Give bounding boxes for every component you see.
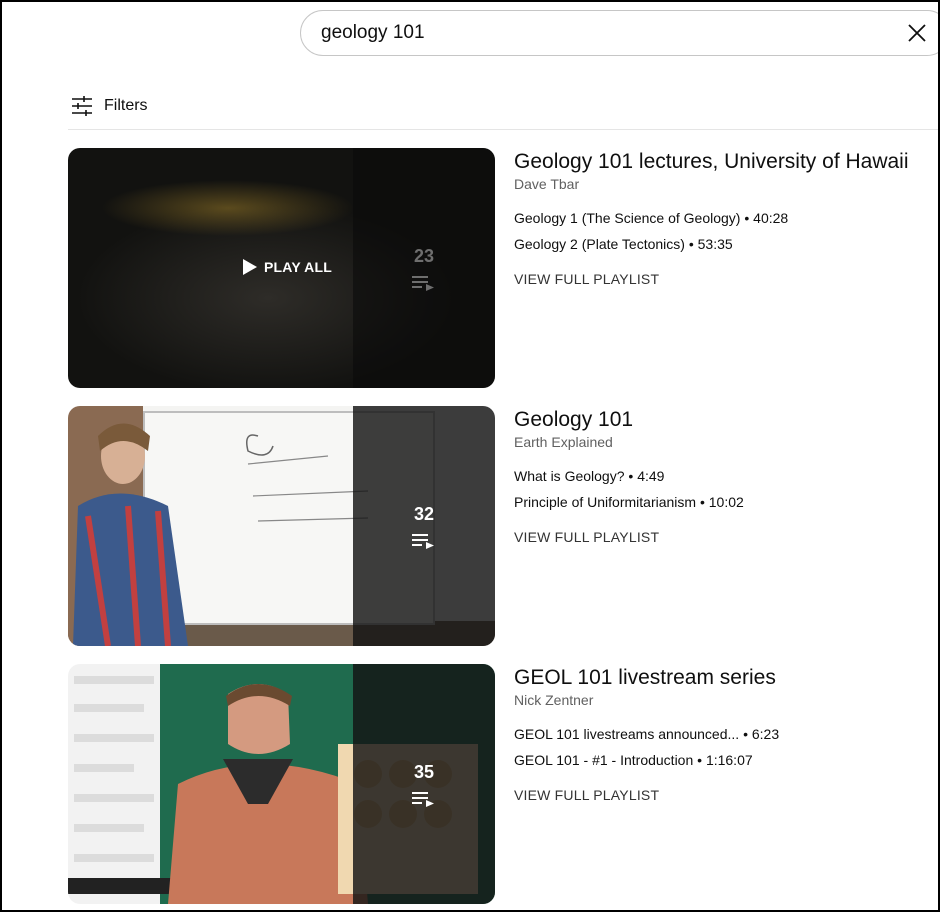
playlist-info: Geology 101 Earth Explained What is Geol… <box>514 406 938 545</box>
separator-dot: • <box>699 494 705 510</box>
video-title: Geology 1 (The Science of Geology) <box>514 210 741 226</box>
search-box[interactable] <box>300 10 938 56</box>
close-icon <box>908 24 926 42</box>
playlist-info: Geology 101 lectures, University of Hawa… <box>514 148 938 287</box>
video-count: 35 <box>413 761 435 782</box>
playlist-count-overlay: 32 <box>353 406 495 646</box>
video-title: GEOL 101 - #1 - Introduction <box>514 752 694 768</box>
filters-label: Filters <box>104 97 148 114</box>
playlist-thumbnail[interactable]: 32 <box>68 406 495 646</box>
view-full-playlist-link[interactable]: VIEW FULL PLAYLIST <box>514 529 938 545</box>
playlist-video-item[interactable]: GEOL 101 - #1 - Introduction • 1:16:07 <box>514 752 938 768</box>
separator-dot: • <box>697 752 703 768</box>
playlist-icon <box>412 533 434 549</box>
playlist-info: GEOL 101 livestream series Nick Zentner … <box>514 664 938 803</box>
search-input[interactable] <box>321 18 881 48</box>
video-duration: 40:28 <box>753 210 789 226</box>
playlist-video-item[interactable]: Geology 1 (The Science of Geology) • 40:… <box>514 210 938 226</box>
playlist-title[interactable]: GEOL 101 livestream series <box>514 664 938 692</box>
channel-name[interactable]: Nick Zentner <box>514 692 938 708</box>
video-title: What is Geology? <box>514 468 625 484</box>
video-duration: 4:49 <box>637 468 665 484</box>
playlist-thumbnail[interactable]: 35 <box>68 664 495 904</box>
separator-dot: • <box>744 210 750 226</box>
playlist-video-item[interactable]: Geology 2 (Plate Tectonics) • 53:35 <box>514 236 938 252</box>
playlist-video-item[interactable]: Principle of Uniformitarianism • 10:02 <box>514 494 938 510</box>
video-list: GEOL 101 livestreams announced... • 6:23… <box>514 726 938 768</box>
video-title: GEOL 101 livestreams announced... <box>514 726 740 742</box>
view-full-playlist-link[interactable]: VIEW FULL PLAYLIST <box>514 787 938 803</box>
separator-dot: • <box>688 236 694 252</box>
filter-sliders-icon <box>72 96 92 116</box>
channel-name[interactable]: Dave Tbar <box>514 176 938 192</box>
clear-search-button[interactable] <box>905 21 929 45</box>
playlist-thumbnail[interactable]: PLAY ALL 23 <box>68 148 495 388</box>
filters-button[interactable]: Filters <box>70 94 148 118</box>
video-title: Geology 2 (Plate Tectonics) <box>514 236 685 252</box>
playlist-video-item[interactable]: What is Geology? • 4:49 <box>514 468 938 484</box>
video-list: What is Geology? • 4:49 Principle of Uni… <box>514 468 938 510</box>
separator-dot: • <box>743 726 748 742</box>
video-list: Geology 1 (The Science of Geology) • 40:… <box>514 210 938 252</box>
playlist-title[interactable]: Geology 101 <box>514 406 938 434</box>
video-duration: 6:23 <box>751 726 780 742</box>
video-title: Principle of Uniformitarianism <box>514 494 697 510</box>
playlist-result: 32 Geology 101 Earth Explained What is G… <box>68 406 938 646</box>
playlist-result: 35 GEOL 101 livestream series Nick Zentn… <box>68 664 938 904</box>
playlist-count-overlay: 35 <box>353 664 495 904</box>
play-icon <box>243 259 257 275</box>
playlist-result: PLAY ALL 23 Geology 101 lectures, Univer… <box>68 148 938 388</box>
video-count: 32 <box>413 503 435 524</box>
video-duration: 10:02 <box>708 494 744 510</box>
video-duration: 53:35 <box>697 236 733 252</box>
play-all-label: PLAY ALL <box>264 259 332 275</box>
video-duration: 1:16:07 <box>705 752 753 768</box>
playlist-icon <box>412 791 434 807</box>
playlist-icon <box>412 275 434 291</box>
channel-name[interactable]: Earth Explained <box>514 434 938 450</box>
view-full-playlist-link[interactable]: VIEW FULL PLAYLIST <box>514 271 938 287</box>
playlist-video-item[interactable]: GEOL 101 livestreams announced... • 6:23 <box>514 726 938 742</box>
search-results-page: Filters PLAY ALL 23 <box>0 0 940 912</box>
play-all-button[interactable]: PLAY ALL <box>242 258 332 276</box>
divider <box>68 129 938 130</box>
video-count: 23 <box>413 245 435 266</box>
playlist-title[interactable]: Geology 101 lectures, University of Hawa… <box>514 148 938 176</box>
playlist-count-overlay: 23 <box>353 148 495 388</box>
separator-dot: • <box>628 468 634 484</box>
